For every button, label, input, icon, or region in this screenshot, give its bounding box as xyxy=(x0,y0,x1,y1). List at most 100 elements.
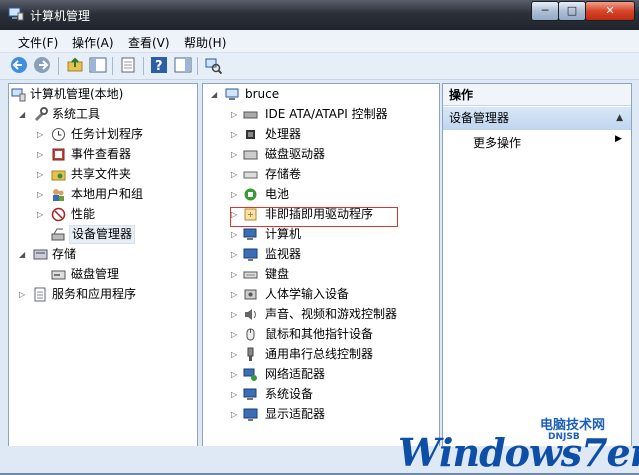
help-icon[interactable]: ? xyxy=(150,56,168,74)
submenu-arrow-icon[interactable]: ▶ xyxy=(615,134,622,144)
menu-action[interactable]: 操作(A) xyxy=(72,34,114,51)
expand-triangle-icon[interactable]: ▷ xyxy=(231,305,239,324)
computer-icon xyxy=(243,228,257,240)
computer-icon xyxy=(225,88,239,100)
expand-triangle-icon[interactable]: ▷ xyxy=(231,285,239,304)
clock-icon xyxy=(52,128,65,141)
device-category-label: 电池 xyxy=(265,187,290,201)
storage-icon xyxy=(33,249,48,260)
expand-triangle-icon[interactable]: ▷ xyxy=(231,165,239,184)
expand-triangle-icon[interactable]: ▷ xyxy=(37,165,45,184)
watermark-brand: Windows7en xyxy=(398,430,639,475)
expand-triangle-icon[interactable]: ▷ xyxy=(37,145,45,164)
expand-triangle-icon[interactable]: ▷ xyxy=(37,185,45,204)
forward-arrow-icon[interactable] xyxy=(33,56,51,74)
toolbar-separator xyxy=(58,57,59,75)
actions-pane: 操作 设备管理器 ▲ 更多操作 ▶ xyxy=(442,83,632,447)
display-adapter-icon xyxy=(243,408,258,421)
device-category-label: 鼠标和其他指针设备 xyxy=(265,327,374,341)
expand-triangle-icon[interactable]: ▷ xyxy=(231,105,239,124)
show-hide-console-tree-icon[interactable] xyxy=(89,56,107,74)
device-category-label: 显示适配器 xyxy=(265,407,326,421)
menu-view[interactable]: 查看(V) xyxy=(128,34,170,51)
highlight-box xyxy=(230,207,398,227)
actions-section-device-manager[interactable]: 设备管理器 ▲ xyxy=(443,107,631,130)
storage-volume-icon xyxy=(243,171,258,179)
expand-triangle-icon[interactable]: ▷ xyxy=(231,225,239,244)
menu-help[interactable]: 帮助(H) xyxy=(184,34,226,51)
device-category-label: 存储卷 xyxy=(265,167,302,181)
device-category-label: 网络适配器 xyxy=(265,367,326,381)
expand-triangle-icon[interactable]: ▷ xyxy=(231,185,239,204)
device-category-label: 计算机 xyxy=(265,227,302,241)
expand-triangle-icon[interactable]: ▷ xyxy=(231,365,239,384)
expand-triangle-icon[interactable]: ▷ xyxy=(231,345,239,364)
menu-file[interactable]: 文件(F) xyxy=(18,34,58,51)
expand-triangle-icon[interactable]: ▷ xyxy=(231,325,239,344)
up-folder-icon[interactable] xyxy=(66,56,84,74)
actions-section-label: 设备管理器 xyxy=(449,111,510,125)
title-bar[interactable]: 计算机管理 ─ □ ✕ xyxy=(0,0,639,30)
device-manager-icon xyxy=(51,228,65,241)
menu-bar: 文件(F) 操作(A) 查看(V) 帮助(H) xyxy=(0,30,639,53)
expand-triangle-icon[interactable]: ▷ xyxy=(19,285,27,304)
device-category-label: 系统设备 xyxy=(265,387,314,401)
tree-item-label: 计算机管理(本地) xyxy=(30,87,124,101)
device-category-label: IDE ATA/ATAPI 控制器 xyxy=(265,107,388,121)
collapse-up-icon[interactable]: ▲ xyxy=(616,107,623,130)
network-adapter-icon xyxy=(243,368,257,381)
more-actions-link[interactable]: 更多操作 xyxy=(473,134,521,151)
collapse-triangle-icon[interactable]: ◢ xyxy=(19,105,27,124)
usb-icon xyxy=(247,347,254,361)
back-arrow-icon[interactable] xyxy=(10,56,28,74)
computer-name: bruce xyxy=(245,87,280,101)
monitor-icon xyxy=(243,248,258,261)
export-list-icon[interactable] xyxy=(119,56,137,74)
services-icon xyxy=(34,287,46,302)
tree-item-label: 服务和应用程序 xyxy=(52,287,137,301)
event-viewer-icon xyxy=(52,148,65,161)
console-tree-pane[interactable]: 计算机管理(本地) ◢ 系统工具 ▷ 任务计划程序 ▷ 事件查看器 ▷ 共享文件… xyxy=(8,83,198,447)
keyboard-icon xyxy=(243,271,258,279)
device-category-label: 磁盘驱动器 xyxy=(265,147,326,161)
toolbar-separator xyxy=(197,57,198,75)
maximize-button[interactable]: □ xyxy=(558,1,586,21)
computer-management-icon xyxy=(11,88,26,102)
tree-item-label: 共享文件夹 xyxy=(71,167,132,181)
watermark-site: 电脑技术网 xyxy=(540,418,606,433)
expand-triangle-icon[interactable]: ▷ xyxy=(37,125,45,144)
hid-icon xyxy=(244,289,257,300)
device-category-label: 处理器 xyxy=(265,127,302,141)
battery-icon xyxy=(244,188,257,201)
expand-triangle-icon[interactable]: ▷ xyxy=(231,125,239,144)
collapse-triangle-icon[interactable]: ◢ xyxy=(19,245,27,264)
tree-item-label: 性能 xyxy=(71,207,96,221)
expand-triangle-icon[interactable]: ▷ xyxy=(231,405,239,424)
mouse-icon xyxy=(246,328,255,341)
expand-triangle-icon[interactable]: ▷ xyxy=(231,145,239,164)
expand-triangle-icon[interactable]: ▷ xyxy=(231,385,239,404)
ide-controller-icon xyxy=(243,111,258,119)
computer-management-window: 计算机管理 ─ □ ✕ 文件(F) 操作(A) 查看(V) 帮助(H) ? 计算… xyxy=(0,0,639,475)
collapse-triangle-icon[interactable]: ◢ xyxy=(211,85,219,104)
expand-triangle-icon[interactable]: ▷ xyxy=(231,265,239,284)
device-category-label: 监视器 xyxy=(265,247,302,261)
expand-triangle-icon[interactable]: ▷ xyxy=(37,205,45,224)
tree-item-label: 事件查看器 xyxy=(71,147,132,161)
device-category-label: 人体学输入设备 xyxy=(265,287,350,301)
scan-hardware-icon[interactable] xyxy=(204,56,222,74)
processor-icon xyxy=(246,130,255,139)
minimize-button[interactable]: ─ xyxy=(531,1,559,21)
close-button[interactable]: ✕ xyxy=(585,1,635,21)
device-category-label: 键盘 xyxy=(265,267,290,281)
show-hide-action-pane-icon[interactable] xyxy=(174,56,192,74)
toolbar: ? xyxy=(0,53,639,80)
actions-header: 操作 xyxy=(443,84,631,106)
tree-item-label: 存储 xyxy=(52,247,77,261)
tree-item-label: 设备管理器 xyxy=(69,225,136,244)
shared-folder-icon xyxy=(51,170,66,181)
computer-management-icon xyxy=(8,7,24,21)
device-tree-pane[interactable]: ◢ bruce ▷ IDE ATA/ATAPI 控制器 ▷ 处理器 ▷ 磁盘驱动… xyxy=(202,83,440,447)
expand-triangle-icon[interactable]: ▷ xyxy=(231,245,239,264)
toolbar-separator xyxy=(143,57,144,75)
